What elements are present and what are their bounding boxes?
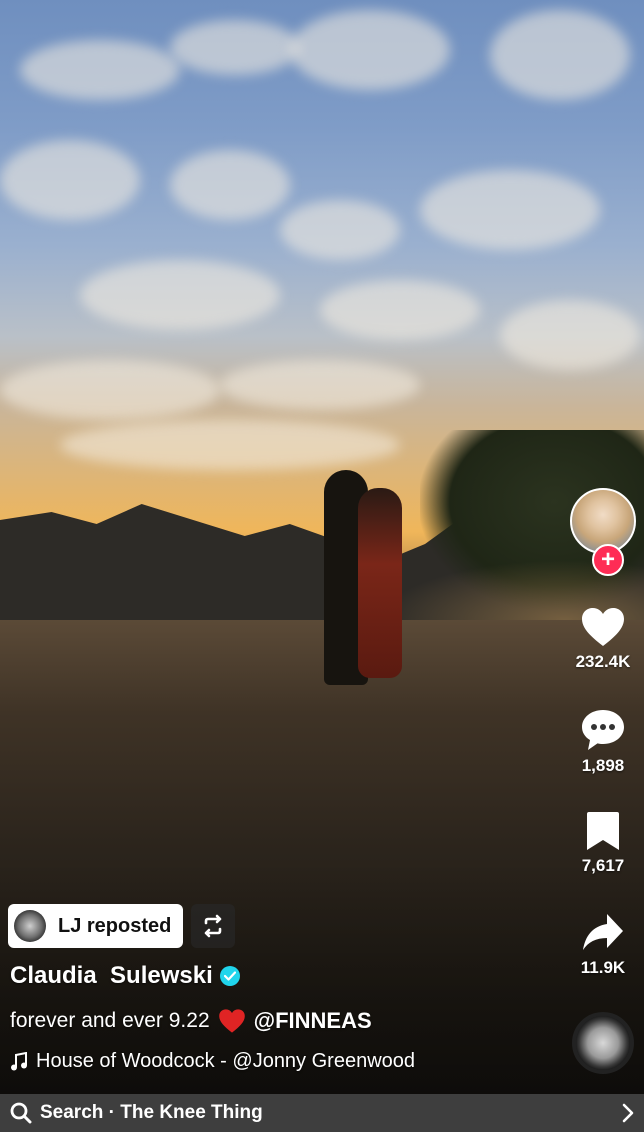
search-suggestion-bar[interactable]: Search · The Knee Thing — [0, 1094, 644, 1132]
repost-label: LJ reposted — [58, 914, 172, 937]
comment-icon — [582, 710, 624, 750]
save-count: 7,617 — [581, 856, 625, 875]
repost-badge[interactable]: LJ reposted — [8, 904, 184, 948]
search-icon — [10, 1102, 32, 1124]
cloud — [220, 360, 420, 410]
chevron-right-icon — [622, 1103, 634, 1123]
music-note-icon — [11, 1051, 27, 1070]
save-button[interactable]: 7,617 — [564, 810, 642, 876]
verified-badge-icon — [219, 966, 240, 986]
reposter-avatar — [14, 910, 46, 942]
cloud — [170, 150, 290, 220]
bookmark-icon — [587, 812, 619, 850]
cloud — [290, 10, 450, 90]
comment-button[interactable]: 1,898 — [564, 708, 642, 776]
cloud — [320, 280, 480, 340]
cloud — [0, 360, 220, 420]
like-button[interactable]: 232.4K — [564, 606, 642, 672]
bottom-gradient — [0, 860, 644, 1132]
mention-link[interactable]: @FINNEAS — [254, 1008, 372, 1034]
search-suggestion-text: Search · The Knee Thing — [40, 1102, 263, 1123]
follow-button[interactable]: + — [592, 544, 624, 576]
like-count: 232.4K — [575, 652, 631, 671]
cloud — [20, 40, 180, 100]
creator-avatar-group: + — [570, 488, 636, 578]
cloud — [420, 170, 600, 250]
red-heart-emoji-icon — [218, 1009, 245, 1033]
author-spacer — [97, 962, 110, 990]
share-count: 11.9K — [580, 958, 626, 977]
cloud — [170, 20, 300, 75]
cloud — [80, 260, 280, 330]
caption: forever and ever 9.22 @FINNEAS — [10, 1008, 372, 1034]
cloud — [280, 200, 400, 260]
repost-row: LJ reposted — [8, 904, 236, 948]
cloud — [490, 10, 630, 100]
repost-button[interactable] — [191, 904, 236, 948]
caption-text: forever and ever 9.22 — [10, 1009, 210, 1032]
cloud — [500, 300, 640, 370]
music-disc-icon[interactable] — [572, 1012, 634, 1074]
kissing-couple — [318, 460, 418, 685]
music-title: House of Woodcock - @Jonny Greenwood — [36, 1050, 416, 1072]
plus-icon: + — [600, 546, 615, 573]
author-first-name: Claudia — [10, 962, 97, 989]
cloud — [0, 140, 140, 220]
comment-count: 1,898 — [581, 756, 625, 775]
music-row[interactable]: House of Woodcock - @Jonny Greenwood — [10, 1050, 415, 1073]
repost-icon — [205, 914, 222, 938]
person-red-dress — [358, 488, 402, 678]
author-row[interactable]: Claudia Sulewski — [10, 962, 240, 990]
heart-icon — [582, 608, 624, 646]
author-last-name: Sulewski — [110, 962, 213, 989]
share-arrow-icon — [583, 914, 623, 950]
share-button[interactable]: 11.9K — [564, 912, 642, 978]
